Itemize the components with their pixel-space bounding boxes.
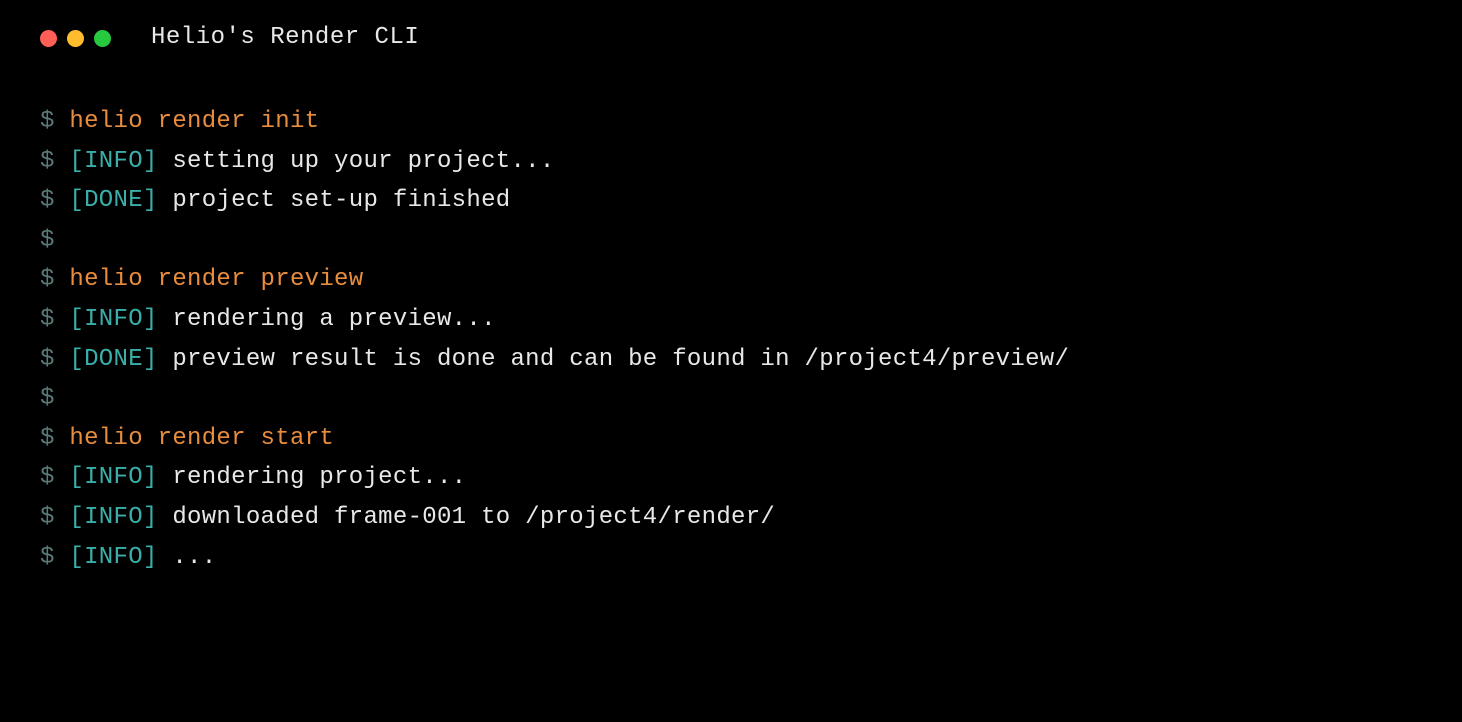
log-message: ... bbox=[172, 544, 216, 571]
command-text: helio render start bbox=[69, 425, 334, 452]
prompt-symbol: $ bbox=[40, 306, 55, 333]
log-message: project set-up finished bbox=[172, 187, 510, 214]
prompt-symbol: $ bbox=[40, 504, 55, 531]
window-controls bbox=[40, 30, 111, 47]
window-title: Helio's Render CLI bbox=[151, 18, 419, 58]
terminal-line: $ [INFO] downloaded frame-001 to /projec… bbox=[40, 498, 1462, 538]
prompt-symbol: $ bbox=[40, 108, 55, 135]
log-message: rendering a preview... bbox=[172, 306, 495, 333]
log-tag: [INFO] bbox=[69, 306, 157, 333]
terminal-line: $ [INFO] setting up your project... bbox=[40, 142, 1462, 182]
prompt-symbol: $ bbox=[40, 544, 55, 571]
command-text: helio render init bbox=[69, 108, 319, 135]
prompt-symbol: $ bbox=[40, 464, 55, 491]
log-message: downloaded frame-001 to /project4/render… bbox=[172, 504, 775, 531]
terminal-line: $ [INFO] ... bbox=[40, 538, 1462, 578]
prompt-symbol: $ bbox=[40, 385, 55, 412]
minimize-icon[interactable] bbox=[67, 30, 84, 47]
log-message: preview result is done and can be found … bbox=[172, 346, 1069, 373]
prompt-symbol: $ bbox=[40, 266, 55, 293]
log-tag: [DONE] bbox=[69, 346, 157, 373]
log-message: setting up your project... bbox=[172, 148, 554, 175]
log-tag: [INFO] bbox=[69, 148, 157, 175]
terminal-line: $ [DONE] project set-up finished bbox=[40, 181, 1462, 221]
terminal-line: $ helio render init bbox=[40, 102, 1462, 142]
log-tag: [DONE] bbox=[69, 187, 157, 214]
close-icon[interactable] bbox=[40, 30, 57, 47]
terminal-output: $ helio render init $ [INFO] setting up … bbox=[0, 58, 1462, 577]
window-titlebar: Helio's Render CLI bbox=[0, 0, 1462, 58]
log-tag: [INFO] bbox=[69, 544, 157, 571]
terminal-line: $ bbox=[40, 221, 1462, 261]
log-tag: [INFO] bbox=[69, 504, 157, 531]
prompt-symbol: $ bbox=[40, 148, 55, 175]
log-message: rendering project... bbox=[172, 464, 466, 491]
terminal-line: $ bbox=[40, 379, 1462, 419]
prompt-symbol: $ bbox=[40, 227, 55, 254]
terminal-line: $ [INFO] rendering a preview... bbox=[40, 300, 1462, 340]
terminal-line: $ [DONE] preview result is done and can … bbox=[40, 340, 1462, 380]
terminal-line: $ helio render preview bbox=[40, 260, 1462, 300]
log-tag: [INFO] bbox=[69, 464, 157, 491]
prompt-symbol: $ bbox=[40, 346, 55, 373]
prompt-symbol: $ bbox=[40, 425, 55, 452]
terminal-line: $ [INFO] rendering project... bbox=[40, 458, 1462, 498]
command-text: helio render preview bbox=[69, 266, 363, 293]
prompt-symbol: $ bbox=[40, 187, 55, 214]
maximize-icon[interactable] bbox=[94, 30, 111, 47]
terminal-line: $ helio render start bbox=[40, 419, 1462, 459]
